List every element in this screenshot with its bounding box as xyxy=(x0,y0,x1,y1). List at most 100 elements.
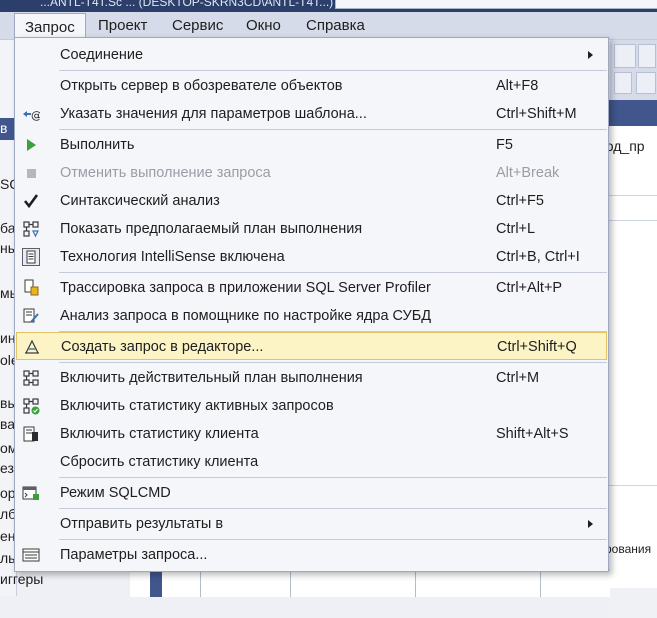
menu-item-shortcut: Ctrl+Shift+M xyxy=(496,106,577,122)
play-icon xyxy=(27,139,36,151)
menu-item-label: Включить статистику активных запросов xyxy=(60,398,334,414)
results-grid xyxy=(130,569,610,597)
menu-item-open-server-in-explorer[interactable]: Открыть сервер в обозревателе объектов A… xyxy=(16,73,607,99)
submenu-arrow-icon xyxy=(588,520,593,528)
results-grid-header xyxy=(608,588,657,618)
menu-item-shortcut: Ctrl+M xyxy=(496,370,540,386)
menu-item-reset-client-statistics[interactable]: Сбросить статистику клиента xyxy=(16,449,607,475)
window-title: ...ANTL-T4T.Sc ... (DESKTOP-SKRN3CD\ANTL… xyxy=(40,0,334,9)
menu-item-label: Включить статистику клиента xyxy=(60,426,259,442)
menu-item-trace-in-profiler[interactable]: Трассировка запроса в приложении SQL Ser… xyxy=(16,275,607,301)
menu-item-shortcut: F5 xyxy=(496,137,513,153)
menu-item-label: Включить действительный план выполнения xyxy=(60,370,363,386)
menu-item-sqlcmd-mode[interactable]: Режим SQLCMD xyxy=(16,480,607,506)
menu-item-label: Отменить выполнение запроса xyxy=(60,165,271,181)
quick-launch-box[interactable] xyxy=(335,0,657,9)
svg-text:@: @ xyxy=(31,109,40,122)
grid-column-line xyxy=(415,570,416,597)
menu-item-shortcut: Ctrl+B, Ctrl+I xyxy=(496,249,580,265)
estimated-plan-icon xyxy=(23,221,39,238)
menu-item-cancel-query[interactable]: Отменить выполнение запроса Alt+Break xyxy=(16,160,607,186)
panel-text: ва xyxy=(0,416,16,432)
menu-item-live-query-statistics[interactable]: Включить статистику активных запросов xyxy=(16,393,607,419)
menu-item-label: Выполнить xyxy=(60,137,135,153)
menu-separator xyxy=(59,539,607,540)
menu-separator xyxy=(59,362,607,363)
menu-item-label: Синтаксический анализ xyxy=(60,193,220,209)
divider xyxy=(608,485,657,486)
live-stats-icon xyxy=(23,398,40,415)
menu-item-actual-plan[interactable]: Включить действительный план выполнения … xyxy=(16,365,607,391)
client-stats-icon xyxy=(23,426,38,442)
menu-item-label: Параметры запроса... xyxy=(60,547,208,563)
menu-item-label: Анализ запроса в помощнике по настройке … xyxy=(60,308,432,324)
grid-column-line xyxy=(200,570,201,597)
menu-item-label: Технология IntelliSense включена xyxy=(60,249,285,265)
actual-plan-icon xyxy=(23,370,39,386)
grid-column-line xyxy=(290,570,291,597)
menu-item-shortcut: Ctrl+Alt+P xyxy=(496,280,563,296)
menu-item-label: Показать предполагаемый план выполнения xyxy=(60,221,363,237)
toolbar-button[interactable] xyxy=(614,72,632,94)
query-dropdown-menu: Соединение Открыть сервер в обозревателе… xyxy=(14,37,609,572)
menu-separator xyxy=(59,477,607,478)
tuning-advisor-icon xyxy=(23,308,39,323)
checkmark-icon xyxy=(23,194,39,209)
menu-item-label: Режим SQLCMD xyxy=(60,485,171,501)
panel-text: иггеры xyxy=(0,571,44,587)
menu-separator xyxy=(59,70,607,71)
menu-item-shortcut: Alt+Break xyxy=(496,165,560,181)
menu-item-results-to[interactable]: Отправить результаты в xyxy=(16,511,607,537)
profiler-icon xyxy=(24,279,39,296)
menu-item-shortcut: Ctrl+Shift+Q xyxy=(497,339,577,355)
menu-item-query-options[interactable]: Параметры запроса... xyxy=(16,542,607,568)
menu-item-label: Открыть сервер в обозревателе объектов xyxy=(60,78,343,94)
menu-item-design-query-in-editor[interactable]: Создать запрос в редакторе... Ctrl+Shift… xyxy=(16,332,607,360)
menu-project[interactable]: Проект xyxy=(88,12,157,39)
menu-item-client-statistics[interactable]: Включить статистику клиента Shift+Alt+S xyxy=(16,421,607,447)
menu-item-shortcut: Ctrl+F5 xyxy=(496,193,544,209)
divider xyxy=(608,195,657,196)
menu-item-label: Трассировка запроса в приложении SQL Ser… xyxy=(60,280,431,296)
toolbar-dropdown[interactable] xyxy=(614,44,636,68)
menu-item-tuning-advisor[interactable]: Анализ запроса в помощнике по настройке … xyxy=(16,303,607,329)
menu-separator xyxy=(59,272,607,273)
menu-item-shortcut: Alt+F8 xyxy=(496,78,539,94)
menu-item-estimated-plan[interactable]: Показать предполагаемый план выполнения … xyxy=(16,216,607,242)
menu-item-label: Сбросить статистику клиента xyxy=(60,454,259,470)
menu-item-label: Указать значения для параметров шаблона.… xyxy=(60,106,367,122)
divider xyxy=(608,220,657,221)
window-titlebar: ...ANTL-T4T.Sc ... (DESKTOP-SKRN3CD\ANTL… xyxy=(0,0,657,12)
query-editor-area: род_пр xyxy=(598,100,657,618)
intellisense-icon xyxy=(22,248,40,266)
menu-separator xyxy=(59,508,607,509)
menu-item-connection[interactable]: Соединение xyxy=(16,42,607,68)
sqlcmd-icon xyxy=(22,486,39,500)
menu-separator xyxy=(59,129,607,130)
stop-icon xyxy=(27,169,36,178)
menu-help[interactable]: Справка xyxy=(296,12,375,39)
menu-item-shortcut: Ctrl+L xyxy=(496,221,536,237)
grid-column-header: рования xyxy=(605,542,652,556)
panel-header-text: в xyxy=(0,120,8,136)
menu-item-label: Соединение xyxy=(60,47,144,63)
editor-tab-strip xyxy=(608,100,657,126)
query-designer-icon xyxy=(25,339,39,354)
toolbar-button[interactable] xyxy=(638,44,656,68)
menu-item-label: Отправить результаты в xyxy=(60,516,224,532)
template-params-icon: @ xyxy=(23,109,40,122)
query-options-icon xyxy=(22,548,40,562)
main-menubar: Запрос Проект Сервис Окно Справка xyxy=(0,12,657,41)
menu-window[interactable]: Окно xyxy=(236,12,291,39)
submenu-arrow-icon xyxy=(588,51,593,59)
grid-column-line xyxy=(540,570,541,597)
toolbar-button[interactable] xyxy=(636,72,656,94)
menu-item-intellisense-enabled[interactable]: Технология IntelliSense включена Ctrl+B,… xyxy=(16,244,607,270)
menu-item-template-parameters[interactable]: @ Указать значения для параметров шаблон… xyxy=(16,101,607,127)
menu-item-shortcut: Shift+Alt+S xyxy=(496,426,569,442)
menu-tools[interactable]: Сервис xyxy=(162,12,233,39)
menu-item-label: Создать запрос в редакторе... xyxy=(61,339,264,355)
scrollbar[interactable] xyxy=(150,570,162,597)
menu-item-parse[interactable]: Синтаксический анализ Ctrl+F5 xyxy=(16,188,607,214)
menu-item-execute[interactable]: Выполнить F5 xyxy=(16,132,607,158)
